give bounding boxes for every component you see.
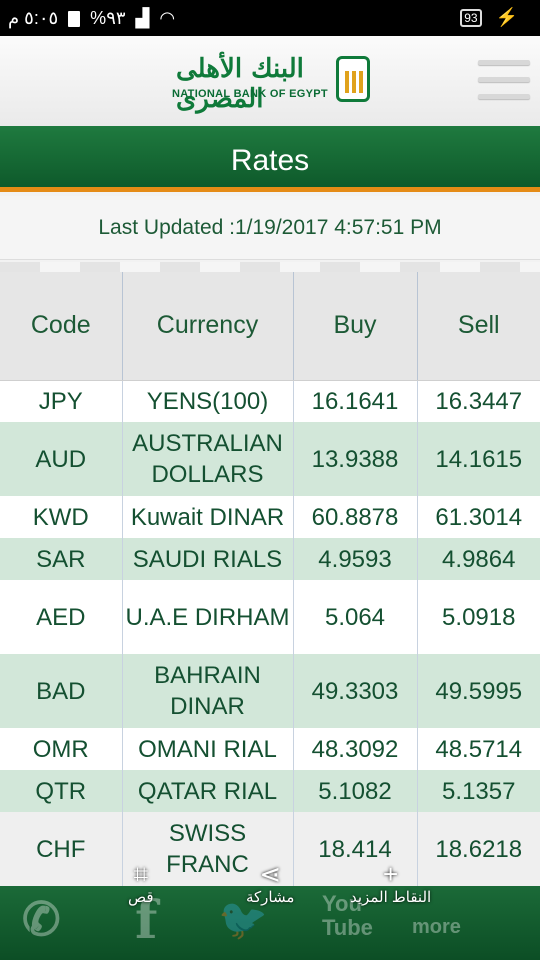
buy-cell: 48.3092 <box>292 728 417 770</box>
table-row[interactable]: BAD BAHRAIN DINAR 49.3303 49.5995 <box>0 654 540 728</box>
bank-emblem-icon <box>336 56 370 102</box>
buy-cell: 4.9593 <box>292 538 417 580</box>
signal-icon: ▟ <box>135 8 150 28</box>
currency-cell: SAUDI RIALS <box>121 538 293 580</box>
crop-label: قص <box>128 889 154 906</box>
currency-cell: Kuwait DINAR <box>121 496 293 538</box>
currency-cell: AUSTRALIAN DOLLARS <box>121 422 293 496</box>
last-updated-bar: Last Updated :1/19/2017 4:57:51 PM <box>0 196 540 260</box>
battery-percent-text: %٩٣ <box>90 8 126 28</box>
last-updated-text: Last Updated :1/19/2017 4:57:51 PM <box>98 216 442 239</box>
code-cell: SAR <box>0 538 122 580</box>
status-left: ٥:٠٥ م %٩٣ ▟ ◠ <box>8 8 175 29</box>
table-row[interactable]: JPY YENS(100) 16.1641 16.3447 <box>0 380 540 422</box>
buy-cell: 5.1082 <box>292 770 417 812</box>
app-header: البنك الأهلى المصرى NATIONAL BANK OF EGY… <box>0 36 540 126</box>
logo-english-text: NATIONAL BANK OF EGYPT <box>172 88 328 100</box>
table-row[interactable]: SAR SAUDI RIALS 4.9593 4.9864 <box>0 538 540 580</box>
sim-icon <box>68 10 81 27</box>
currency-cell: QATAR RIAL <box>121 770 293 812</box>
battery-icon: 93 <box>460 8 482 27</box>
buy-cell: 13.9388 <box>292 422 417 496</box>
share-action[interactable]: ⋖ مشاركة <box>246 860 294 906</box>
table-row[interactable]: KWD Kuwait DINAR 60.8878 61.3014 <box>0 496 540 538</box>
buy-cell: 49.3303 <box>292 654 417 728</box>
table-row[interactable]: AUD AUSTRALIAN DOLLARS 13.9388 14.1615 <box>0 422 540 496</box>
currency-cell: U.A.E DIRHAM <box>121 580 293 654</box>
table-header-row: Code Currency Buy Sell <box>0 272 540 381</box>
wifi-icon: ◠ <box>159 8 176 28</box>
sell-cell: 49.5995 <box>416 654 540 728</box>
crop-icon: ⌗ <box>133 859 149 889</box>
sell-cell: 61.3014 <box>416 496 540 538</box>
column-header-code[interactable]: Code <box>0 272 122 381</box>
title-bar: Rates <box>0 126 540 192</box>
code-cell: OMR <box>0 728 122 770</box>
buy-cell: 60.8878 <box>292 496 417 538</box>
screenshot-actions: ⌗ قص ⋖ مشاركة + النقاط المزيد <box>0 860 540 930</box>
menu-icon[interactable] <box>478 60 530 102</box>
column-header-sell[interactable]: Sell <box>416 272 540 381</box>
code-cell: BAD <box>0 654 122 728</box>
divider-band <box>0 262 540 272</box>
currency-cell: BAHRAIN DINAR <box>121 654 293 728</box>
crop-action[interactable]: ⌗ قص <box>128 860 154 906</box>
more-action[interactable]: + النقاط المزيد <box>350 860 431 906</box>
status-right: 93 ⚡ <box>460 7 518 28</box>
table-row[interactable]: QTR QATAR RIAL 5.1082 5.1357 <box>0 770 540 812</box>
status-bar: ٥:٠٥ م %٩٣ ▟ ◠ 93 ⚡ <box>0 0 540 36</box>
charging-icon: ⚡ <box>495 7 518 27</box>
code-cell: AUD <box>0 422 122 496</box>
sell-cell: 16.3447 <box>416 380 540 422</box>
time-text: ٥:٠٥ م <box>8 8 59 28</box>
rates-table: Code Currency Buy Sell JPY YENS(100) 16.… <box>0 272 540 886</box>
code-cell: JPY <box>0 380 122 422</box>
column-header-currency[interactable]: Currency <box>121 272 293 381</box>
buy-cell: 16.1641 <box>292 380 417 422</box>
plus-icon: + <box>383 859 399 889</box>
more-label: النقاط المزيد <box>350 889 432 906</box>
page-title: Rates <box>230 144 310 177</box>
share-icon: ⋖ <box>259 859 282 889</box>
table-row[interactable]: AED U.A.E DIRHAM 5.064 5.0918 <box>0 580 540 654</box>
bank-logo: البنك الأهلى المصرى NATIONAL BANK OF EGY… <box>170 54 370 114</box>
table-row[interactable]: OMR OMANI RIAL 48.3092 48.5714 <box>0 728 540 770</box>
sell-cell: 14.1615 <box>416 422 540 496</box>
share-label: مشاركة <box>246 889 295 906</box>
sell-cell: 5.1357 <box>416 770 540 812</box>
currency-cell: OMANI RIAL <box>121 728 293 770</box>
sell-cell: 5.0918 <box>416 580 540 654</box>
code-cell: AED <box>0 580 122 654</box>
sell-cell: 48.5714 <box>416 728 540 770</box>
code-cell: QTR <box>0 770 122 812</box>
column-header-buy[interactable]: Buy <box>292 272 417 381</box>
sell-cell: 4.9864 <box>416 538 540 580</box>
currency-cell: YENS(100) <box>121 380 293 422</box>
code-cell: KWD <box>0 496 122 538</box>
buy-cell: 5.064 <box>292 580 417 654</box>
